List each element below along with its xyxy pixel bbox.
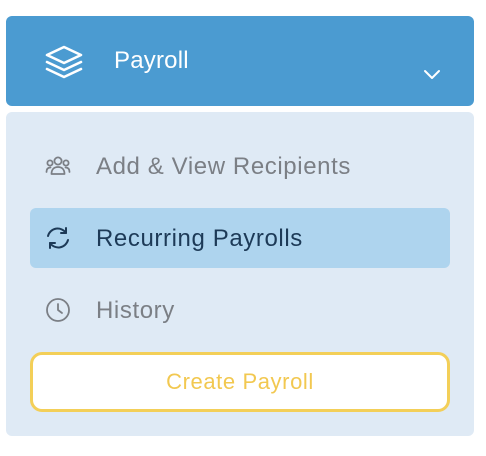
menu-item-recurring-payrolls[interactable]: Recurring Payrolls xyxy=(30,208,450,268)
menu-item-add-view-recipients[interactable]: Add & View Recipients xyxy=(30,136,450,196)
payroll-menu-header[interactable]: Payroll xyxy=(6,16,474,106)
refresh-icon xyxy=(44,224,72,252)
menu-title: Payroll xyxy=(114,47,189,74)
clock-icon xyxy=(44,296,72,324)
create-payroll-button[interactable]: Create Payroll xyxy=(30,352,450,412)
menu-item-history[interactable]: History xyxy=(30,280,450,340)
menu-item-label: Add & View Recipients xyxy=(96,153,351,180)
menu-item-label: History xyxy=(96,297,175,324)
chevron-down-icon[interactable] xyxy=(422,68,442,80)
menu-item-label: Recurring Payrolls xyxy=(96,225,303,252)
users-group-icon xyxy=(44,152,72,180)
layers-icon xyxy=(44,44,84,80)
